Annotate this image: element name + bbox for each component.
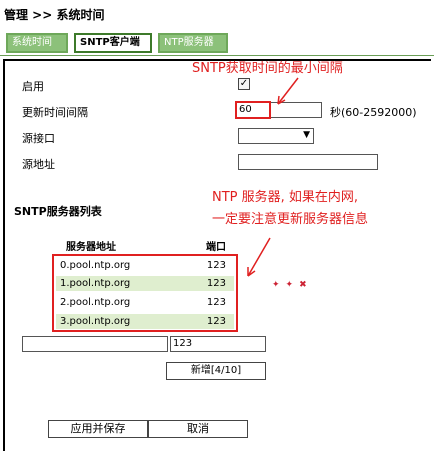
apply-save-button[interactable]: 应用并保存 (48, 420, 148, 438)
new-server-address-input[interactable] (22, 336, 168, 352)
tab-system-time[interactable]: 系统时间 (6, 33, 68, 53)
tab-ntp-server[interactable]: NTP服务器 (158, 33, 228, 53)
enable-label: 启用 (22, 80, 44, 93)
server-annotation-line2: 一定要注意更新服务器信息 (212, 212, 369, 227)
row-action-icons: ✦✦✖ (272, 280, 313, 290)
interval-label: 更新时间间隔 (22, 106, 88, 119)
interval-annotation: SNTP获取时间的最小间隔 (192, 61, 343, 76)
new-server-port-input[interactable]: 123 (170, 336, 266, 352)
server-annotation-line1: NTP 服务器, 如果在内网, (212, 190, 359, 205)
interval-hint: 秒(60-2592000) (330, 106, 417, 119)
breadcrumb: 管理 >> 系统时间 (4, 8, 105, 22)
tab-divider (0, 55, 434, 56)
address-input[interactable] (238, 154, 378, 170)
add-server-button[interactable]: 新增[4/10] (166, 362, 266, 380)
port-label: 源接口 (22, 132, 55, 145)
chevron-down-icon: ▼ (303, 130, 310, 140)
new-server-port-value: 123 (173, 338, 193, 349)
interval-arrow (277, 77, 299, 105)
interval-highlight (235, 101, 271, 119)
cancel-button[interactable]: 取消 (148, 420, 248, 438)
server-list-title: SNTP服务器列表 (14, 205, 102, 218)
tab-sntp-client[interactable]: SNTP客户端 (74, 33, 152, 53)
address-label: 源地址 (22, 158, 55, 171)
port-select[interactable]: ▼ (238, 128, 314, 144)
column-header-address: 服务器地址 (66, 242, 116, 253)
enable-checkbox[interactable]: ✓ (238, 78, 250, 90)
server-arrow (247, 237, 271, 277)
column-header-port: 端口 (206, 242, 226, 253)
server-list-highlight (52, 254, 238, 332)
